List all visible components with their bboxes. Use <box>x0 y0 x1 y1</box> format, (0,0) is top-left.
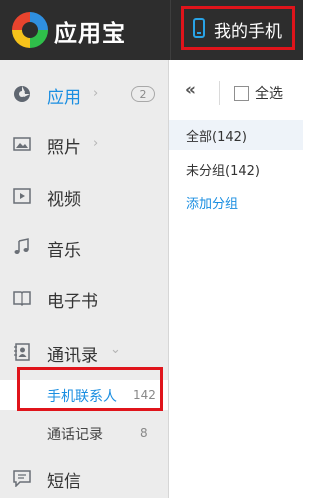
app-logo-icon <box>12 12 48 48</box>
sidebar-item-label: 音乐 <box>47 241 81 261</box>
video-icon <box>13 188 31 204</box>
sidebar-subitem-call-log[interactable]: 通话记录 8 <box>0 418 168 448</box>
apps-icon <box>14 86 30 102</box>
group-item-all[interactable]: 全部(142) <box>169 120 303 150</box>
select-all-label[interactable]: 全选 <box>255 83 283 103</box>
contacts-icon <box>14 343 30 361</box>
toolbar-divider <box>219 81 220 105</box>
top-bar: 应用宝 我的手机 <box>0 0 303 60</box>
sidebar-item-ebook[interactable]: 电子书 <box>0 278 168 318</box>
update-count-badge: 2 <box>131 86 155 102</box>
select-all-checkbox[interactable] <box>234 86 249 101</box>
chevron-down-icon: ⌄ <box>110 342 121 357</box>
sms-icon <box>13 470 31 487</box>
highlight-frame <box>17 367 163 411</box>
photo-icon <box>13 137 31 151</box>
sidebar-item-music[interactable]: 音乐 <box>0 227 168 267</box>
sidebar-item-contacts[interactable]: 通讯录 ⌄ <box>0 332 168 372</box>
group-item-ungrouped[interactable]: 未分组(142) <box>169 154 303 184</box>
music-icon <box>14 238 29 254</box>
call-log-count: 8 <box>140 426 148 440</box>
sidebar-item-label: 视频 <box>47 190 81 210</box>
sidebar-subitem-label: 通话记录 <box>47 427 103 443</box>
chevron-right-icon: › <box>93 136 99 151</box>
sidebar-item-video[interactable]: 视频 <box>0 176 168 216</box>
sidebar-item-photos[interactable]: 照片 › <box>0 124 168 164</box>
my-phone-tab[interactable]: 我的手机 <box>181 6 295 50</box>
sidebar-item-label: 应用 <box>47 88 81 108</box>
sidebar-item-label: 短信 <box>47 472 81 492</box>
collapse-panel-button[interactable]: « <box>185 80 196 100</box>
header-divider <box>170 0 171 60</box>
chevron-right-icon: › <box>93 86 99 101</box>
contacts-toolbar: « 全选 <box>169 60 303 122</box>
sidebar-item-label: 电子书 <box>47 292 98 312</box>
app-name: 应用宝 <box>54 21 126 47</box>
group-label: 全部(142) <box>186 130 247 145</box>
add-group-label: 添加分组 <box>186 197 239 212</box>
phone-icon <box>193 18 205 38</box>
book-icon <box>13 291 31 307</box>
sidebar-item-apps[interactable]: 应用 › 2 <box>0 74 168 114</box>
group-label: 未分组(142) <box>186 164 260 179</box>
add-group-link[interactable]: 添加分组 <box>169 187 303 217</box>
sidebar-item-sms[interactable]: 短信 <box>0 458 168 498</box>
sidebar-item-label: 通讯录 <box>47 346 98 366</box>
sidebar-item-label: 照片 <box>47 138 81 158</box>
my-phone-label: 我的手机 <box>214 22 282 42</box>
